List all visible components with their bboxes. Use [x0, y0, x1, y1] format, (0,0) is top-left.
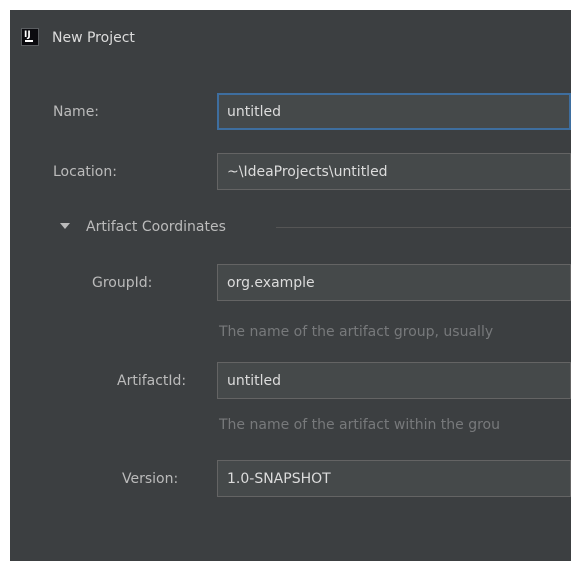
- title-bar: IJ New Project: [10, 10, 571, 70]
- group-id-input[interactable]: [217, 264, 571, 301]
- name-input[interactable]: [217, 93, 571, 130]
- section-divider: [276, 227, 571, 228]
- window-title: New Project: [52, 30, 135, 46]
- intellij-idea-icon: IJ: [21, 28, 39, 46]
- collapse-triangle-icon[interactable]: [58, 219, 72, 233]
- app-icon-text: IJ: [24, 30, 31, 40]
- name-label: Name:: [53, 104, 100, 120]
- location-label: Location:: [53, 164, 117, 180]
- location-input[interactable]: [217, 153, 571, 190]
- artifact-id-input[interactable]: [217, 362, 571, 399]
- new-project-dialog: IJ New Project Name: Location: Artifact …: [10, 10, 571, 561]
- app-icon-underline: [25, 40, 33, 42]
- artifact-id-hint: The name of the artifact within the grou: [219, 417, 500, 433]
- version-label: Version:: [122, 471, 179, 487]
- group-id-label: GroupId:: [92, 275, 153, 291]
- version-input[interactable]: [217, 460, 571, 497]
- group-id-hint: The name of the artifact group, usually: [219, 324, 494, 340]
- artifact-id-label: ArtifactId:: [117, 373, 187, 389]
- artifact-coordinates-title[interactable]: Artifact Coordinates: [86, 218, 226, 236]
